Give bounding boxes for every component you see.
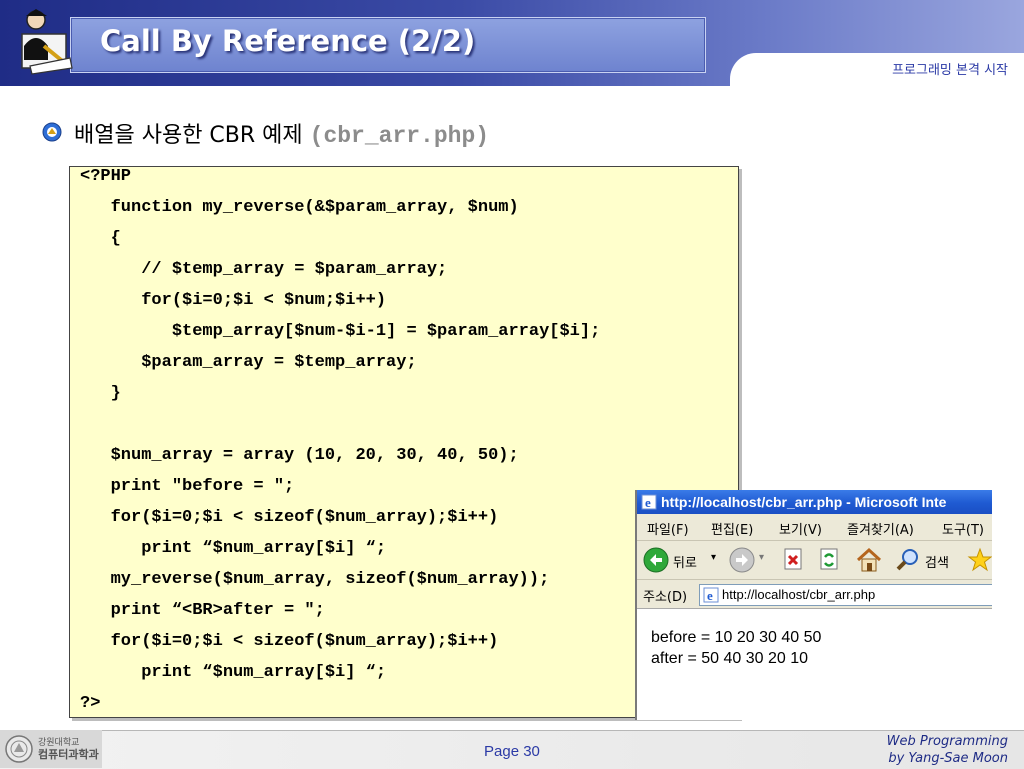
code-line: // $temp_array = $param_array; [80,260,448,279]
page-number: Page 30 [484,743,540,760]
code-line: print “$num_array[$i] “; [80,539,387,558]
code-line: function my_reverse(&$param_array, $num) [80,198,519,217]
menu-favorites[interactable]: 즐겨찾기(A) [847,519,914,538]
professor-logo-icon [14,6,78,76]
footer-credit: Web Programming by Yang-Sae Moon [887,733,1008,767]
code-line: for($i=0;$i < sizeof($num_array);$i++) [80,632,499,651]
bullet-emblem-icon [42,122,62,142]
code-line: print "before = "; [80,477,295,496]
browser-content: before = 10 20 30 40 50 after = 50 40 30… [637,609,992,720]
stop-button[interactable] [783,548,807,572]
search-icon [896,549,918,571]
search-button[interactable]: 검색 [895,547,965,573]
forward-arrow-icon [729,547,755,573]
code-line: $param_array = $temp_array; [80,353,417,372]
code-line: { [80,229,121,248]
code-line: $num_array = array (10, 20, 30, 40, 50); [80,446,519,465]
browser-window: e http://localhost/cbr_arr.php - Microso… [635,490,992,720]
address-value: http://localhost/cbr_arr.php [722,587,876,602]
refresh-button[interactable] [819,548,843,572]
back-arrow-icon [643,547,669,573]
forward-button[interactable]: ▾ [729,547,769,573]
menu-view[interactable]: 보기(V) [779,519,822,538]
svg-text:e: e [645,495,651,510]
bullet-text: 배열을 사용한 CBR 예제 [74,123,303,148]
browser-toolbar: 뒤로 ▾ ▾ 검색 [637,541,992,580]
code-line: } [80,384,121,403]
address-label: 주소(D) [643,590,688,605]
credit-line-2: by Yang-Sae Moon [888,751,1008,766]
footer-logo-text: 강원대학교 컴퓨터과학과 [38,737,99,761]
favorites-button[interactable] [967,547,992,573]
back-button[interactable]: 뒤로 ▾ [643,547,723,573]
browser-title: http://localhost/cbr_arr.php - Microsoft… [661,494,947,510]
menu-edit[interactable]: 편집(E) [711,519,753,538]
output-after: after = 50 40 30 20 10 [651,650,809,667]
footer-logo-line2: 컴퓨터과학과 [38,748,99,761]
address-bar: 주소(D) e http://localhost/cbr_arr.php [637,580,992,609]
home-button[interactable] [855,546,883,574]
slide-subtitle: 프로그래밍 본격 시작 [892,63,1008,78]
university-emblem-icon [4,734,34,764]
code-line: $temp_array[$num-$i-1] = $param_array[$i… [80,322,601,341]
bullet-heading: 배열을 사용한 CBR 예제 (cbr_arr.php) [74,117,489,149]
refresh-icon [820,548,838,570]
favorites-star-icon [967,547,992,572]
output-before: before = 10 20 30 40 50 [651,629,822,646]
code-line: <?PHP [80,167,132,186]
stop-icon [784,548,802,570]
code-line: print “<BR>after = "; [80,601,325,620]
code-line: for($i=0;$i < $num;$i++) [80,291,387,310]
bullet-filename: (cbr_arr.php) [309,123,490,149]
search-label: 검색 [925,556,949,571]
code-line: my_reverse($num_array, sizeof($num_array… [80,570,550,589]
code-line: for($i=0;$i < sizeof($num_array);$i++) [80,508,499,527]
browser-title-bar: e http://localhost/cbr_arr.php - Microso… [637,490,992,514]
slide-title: Call By Reference (2/2) [100,24,476,58]
address-input[interactable]: e http://localhost/cbr_arr.php [699,584,992,606]
code-line: print “$num_array[$i] “; [80,663,387,682]
menu-tools[interactable]: 도구(T) [942,519,984,538]
home-icon [856,547,882,572]
credit-line-1: Web Programming [886,734,1008,749]
ie-page-icon: e [641,494,657,510]
svg-text:e: e [707,588,713,603]
back-dropdown-icon[interactable]: ▾ [711,552,716,563]
browser-menu-bar: 파일(F) 편집(E) 보기(V) 즐겨찾기(A) 도구(T) [637,514,992,541]
code-line: ?> [80,694,101,713]
menu-file[interactable]: 파일(F) [647,519,689,538]
back-label: 뒤로 [673,556,697,571]
forward-dropdown-icon[interactable]: ▾ [759,552,764,563]
page-icon: e [703,587,719,603]
